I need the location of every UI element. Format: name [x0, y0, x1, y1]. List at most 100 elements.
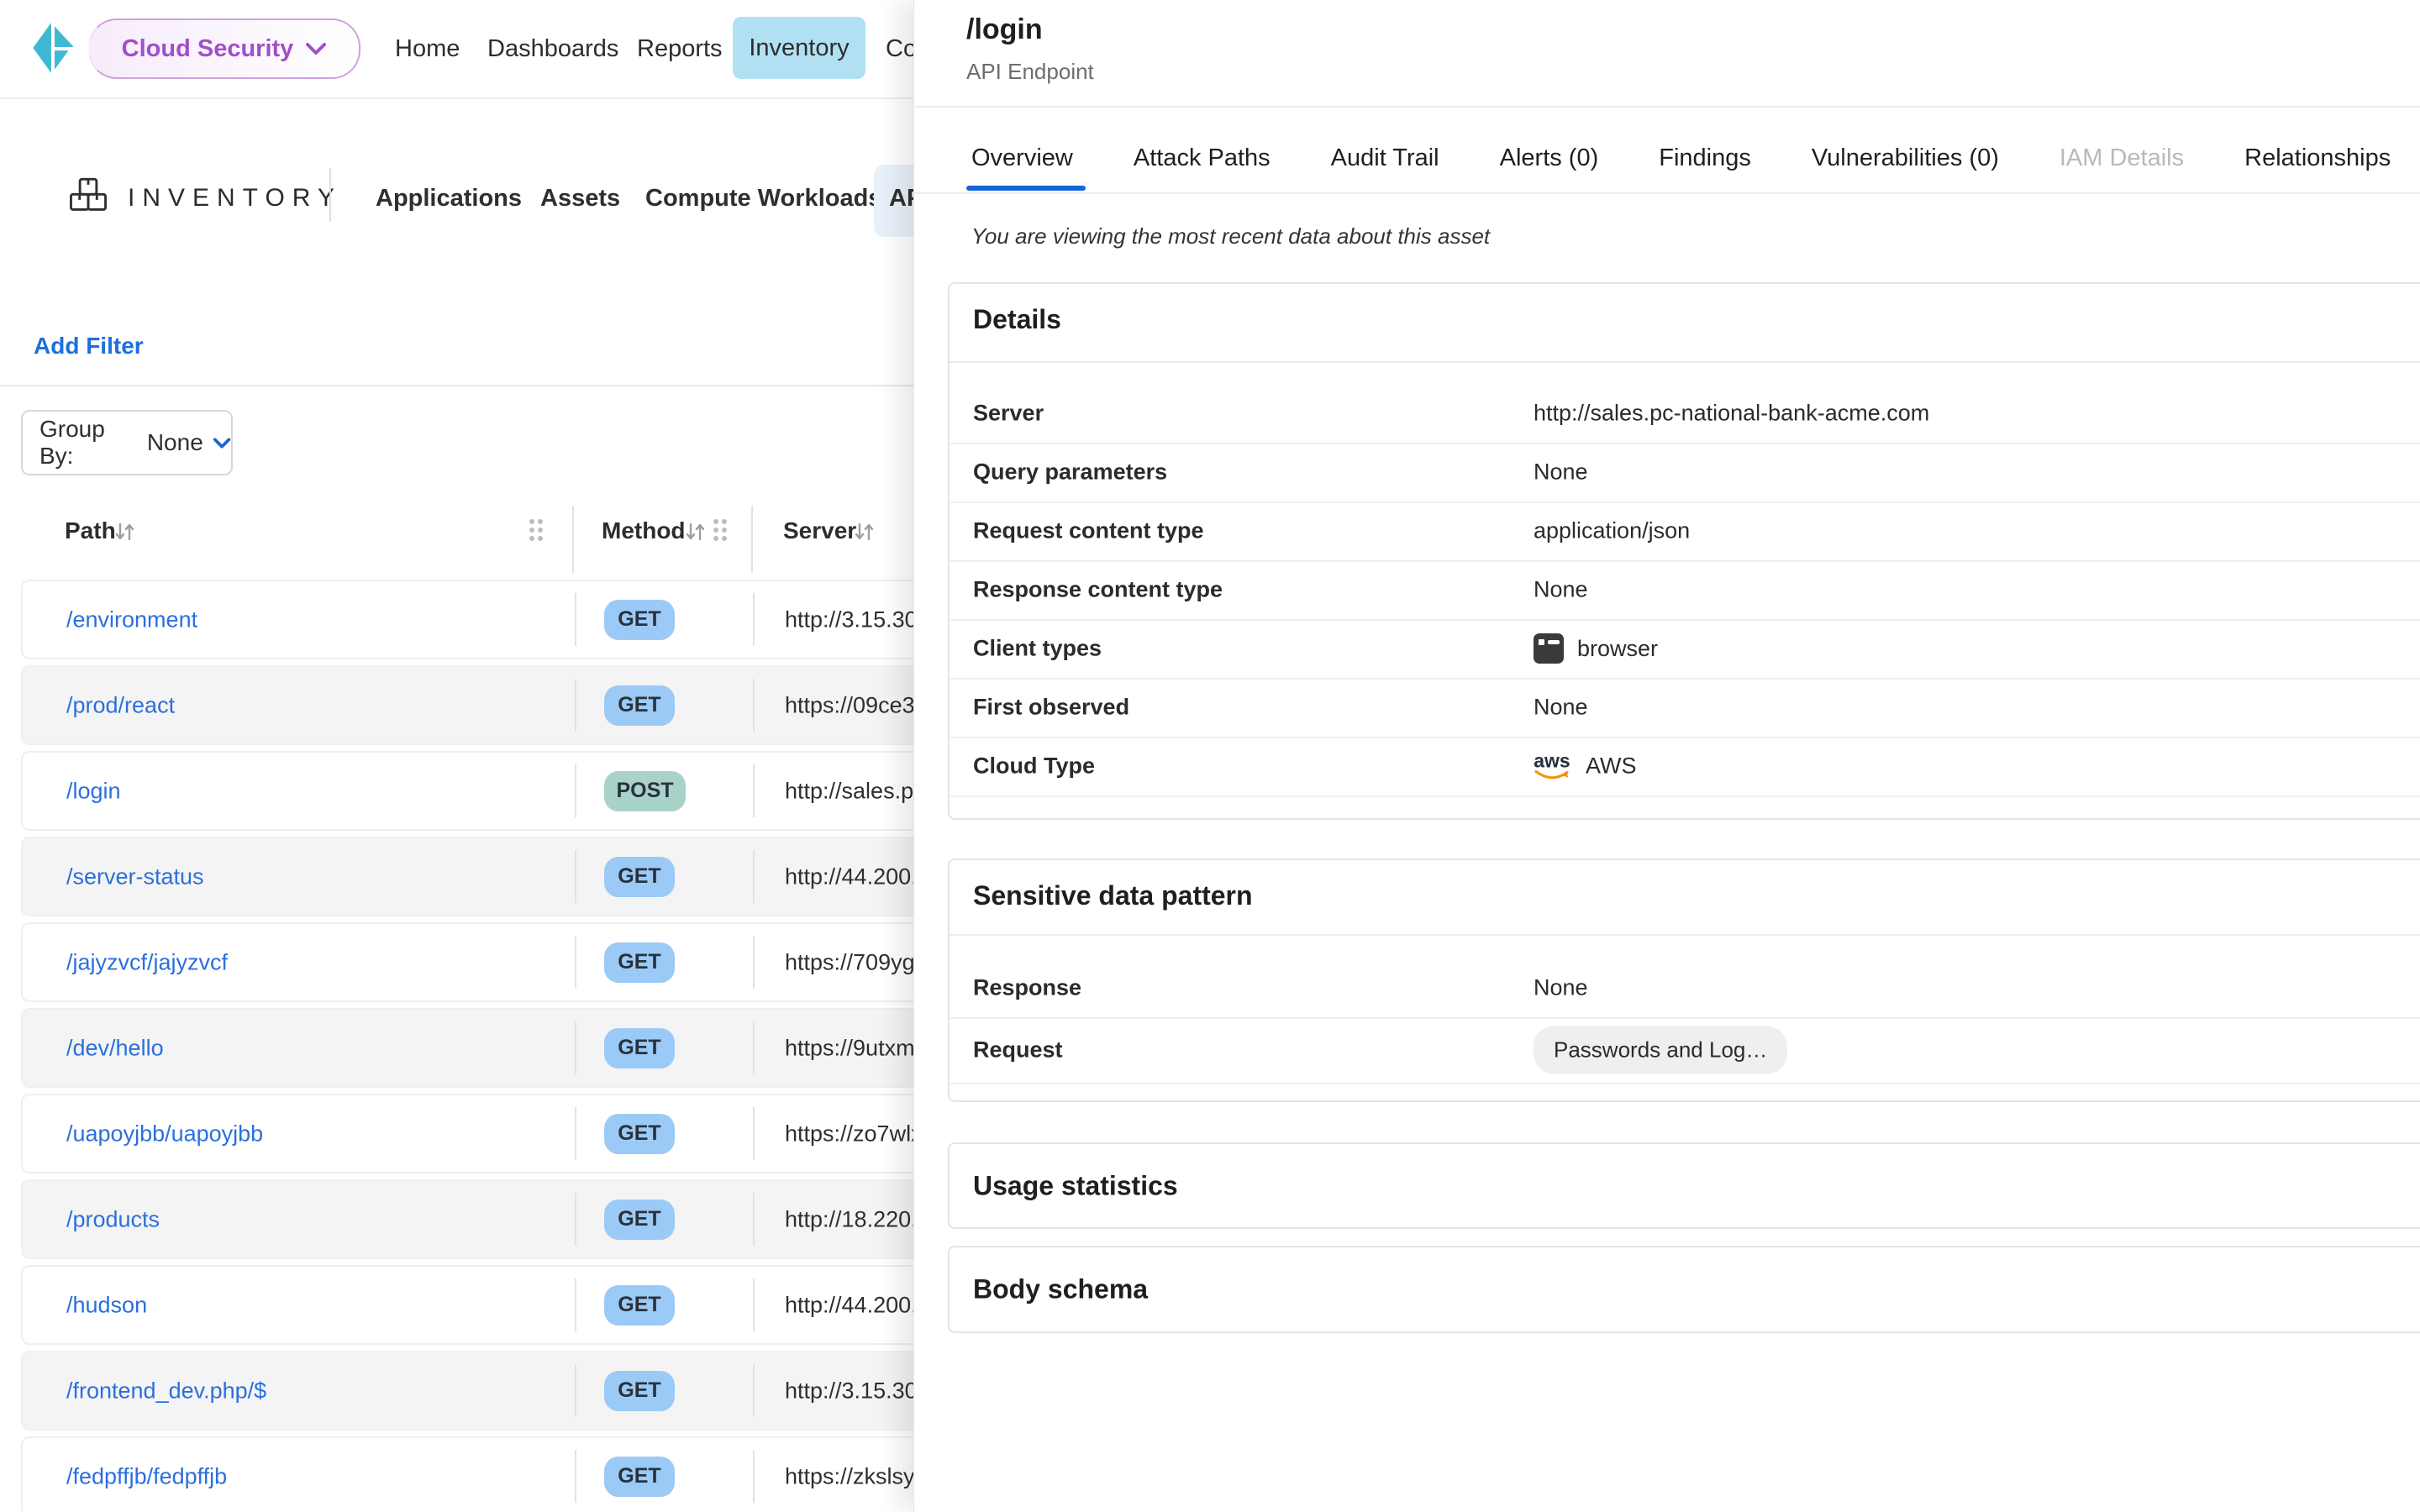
detail-label: Query parameters [973, 459, 1167, 486]
add-filter-button[interactable]: Add Filter [34, 333, 144, 360]
nav-item-dashboards[interactable]: Dashboards [487, 35, 618, 63]
recent-data-notice: You are viewing the most recent data abo… [971, 223, 1490, 249]
column-header-method[interactable]: Method [602, 517, 686, 544]
tab-overview[interactable]: Overview [971, 144, 1073, 172]
panel-subtitle: API Endpoint [966, 59, 1094, 85]
table-row[interactable]: /frontend_dev.php/$ GET http://3.15.30 [21, 1351, 913, 1431]
method-badge: GET [604, 1028, 675, 1068]
path-link[interactable]: /hudson [66, 1292, 147, 1318]
asset-detail-panel: /login API Endpoint Overview Attack Path… [913, 0, 2420, 1512]
path-link[interactable]: /login [66, 778, 121, 804]
detail-value: None [1534, 577, 1588, 603]
detail-row: Response content type None [950, 560, 2420, 619]
table-row[interactable]: /jajyzvcf/jajyzvcf GET https://709yg [21, 922, 913, 1002]
nav-item-compliance-truncated[interactable]: Co [886, 35, 913, 63]
client-type-text: browser [1577, 636, 1658, 662]
detail-label: Server [973, 401, 1044, 427]
divider [950, 795, 2420, 797]
detail-value: aws AWS [1534, 752, 1637, 781]
table-row[interactable]: /environment GET http://3.15.30 [21, 580, 913, 659]
sensitive-pattern-chip[interactable]: Passwords and Log… [1534, 1026, 1787, 1074]
nav-item-inventory[interactable]: Inventory [733, 17, 865, 79]
tab-relationships[interactable]: Relationships [2244, 144, 2391, 172]
cell-separator [575, 593, 576, 646]
subnav-applications[interactable]: Applications [376, 185, 522, 213]
path-link[interactable]: /server-status [66, 864, 204, 890]
body-schema-card[interactable]: Body schema [948, 1246, 2420, 1333]
method-badge: POST [604, 771, 686, 811]
detail-label: Response [973, 975, 1081, 1001]
sensitive-data-card: Sensitive data pattern Response None Req… [948, 858, 2420, 1102]
detail-row: Cloud Type aws AWS [950, 737, 2420, 795]
usage-statistics-card[interactable]: Usage statistics [948, 1142, 2420, 1229]
cell-separator [575, 1450, 576, 1503]
cell-separator [575, 679, 576, 732]
sort-icon[interactable] [112, 519, 137, 544]
column-header-server[interactable]: Server [783, 517, 856, 544]
tab-alerts[interactable]: Alerts (0) [1500, 144, 1599, 172]
tab-audit-trail[interactable]: Audit Trail [1331, 144, 1439, 172]
detail-row: Response None [950, 958, 2420, 1017]
detail-row: First observed None [950, 678, 2420, 737]
sort-icon[interactable] [851, 519, 876, 544]
table-row[interactable]: /products GET http://18.220. [21, 1179, 913, 1259]
table-row[interactable]: /uapoyjbb/uapoyjbb GET https://zo7wlx [21, 1094, 913, 1173]
tab-vulnerabilities[interactable]: Vulnerabilities (0) [1812, 144, 1999, 172]
cell-separator [753, 1021, 755, 1074]
nav-item-home[interactable]: Home [395, 35, 460, 63]
method-badge: GET [604, 1200, 675, 1240]
method-badge: GET [604, 685, 675, 726]
aws-logo-icon: aws [1534, 752, 1570, 781]
path-link[interactable]: /prod/react [66, 692, 175, 718]
divider [0, 385, 913, 386]
path-link[interactable]: /fedpffjb/fedpffjb [66, 1463, 227, 1489]
path-link[interactable]: /frontend_dev.php/$ [66, 1378, 266, 1404]
tab-iam-details: IAM Details [2060, 144, 2184, 172]
product-switcher[interactable]: Cloud Security [88, 18, 360, 79]
browser-icon [1534, 633, 1564, 664]
sort-icon[interactable] [682, 519, 708, 544]
cell-separator [753, 764, 755, 817]
table-row[interactable]: /hudson GET http://44.200. [21, 1265, 913, 1345]
cell-separator [753, 679, 755, 732]
path-link[interactable]: /uapoyjbb/uapoyjbb [66, 1121, 263, 1147]
server-cell: http://3.15.30 [785, 606, 913, 633]
cortex-logo-icon [32, 20, 76, 76]
server-cell: http://18.220. [785, 1206, 913, 1232]
table-row[interactable]: /server-status GET http://44.200. [21, 837, 913, 916]
divider [950, 361, 2420, 363]
server-cell: https://zkslsyj [785, 1463, 913, 1489]
tab-findings[interactable]: Findings [1659, 144, 1751, 172]
divider [950, 1083, 2420, 1084]
tab-attack-paths[interactable]: Attack Paths [1134, 144, 1270, 172]
subnav-assets[interactable]: Assets [540, 185, 620, 213]
drag-handle-icon[interactable] [711, 517, 729, 543]
panel-tabs: Overview Attack Paths Audit Trail Alerts… [971, 144, 2391, 172]
path-link[interactable]: /jajyzvcf/jajyzvcf [66, 949, 228, 975]
table-row[interactable]: /prod/react GET https://09ce3 [21, 665, 913, 745]
subnav-apis-truncated[interactable]: AP [889, 185, 913, 213]
column-header-path[interactable]: Path [65, 517, 116, 544]
table-row[interactable]: /login POST http://sales.pc [21, 751, 913, 831]
inventory-boxes-icon [69, 176, 108, 215]
detail-label: Request [973, 1037, 1063, 1063]
detail-row: Query parameters None [950, 443, 2420, 501]
path-link[interactable]: /products [66, 1206, 160, 1232]
cell-separator [575, 1193, 576, 1246]
method-badge: GET [604, 942, 675, 983]
cell-separator [753, 850, 755, 903]
table-row[interactable]: /dev/hello GET https://9utxm [21, 1008, 913, 1088]
drag-handle-icon[interactable] [527, 517, 545, 543]
nav-item-reports[interactable]: Reports [637, 35, 723, 63]
cell-separator [575, 764, 576, 817]
table-row[interactable]: /fedpffjb/fedpffjb GET https://zkslsyj [21, 1436, 913, 1512]
inventory-title: INVENTORY [128, 184, 342, 213]
cell-separator [575, 936, 576, 989]
detail-value: None [1534, 459, 1588, 486]
subnav-compute-workloads[interactable]: Compute Workloads [645, 185, 881, 213]
path-link[interactable]: /dev/hello [66, 1035, 164, 1061]
nav-item-inventory-label: Inventory [749, 34, 849, 62]
group-by-dropdown[interactable]: Group By: None [21, 410, 233, 475]
divider [914, 106, 2420, 108]
path-link[interactable]: /environment [66, 606, 197, 633]
